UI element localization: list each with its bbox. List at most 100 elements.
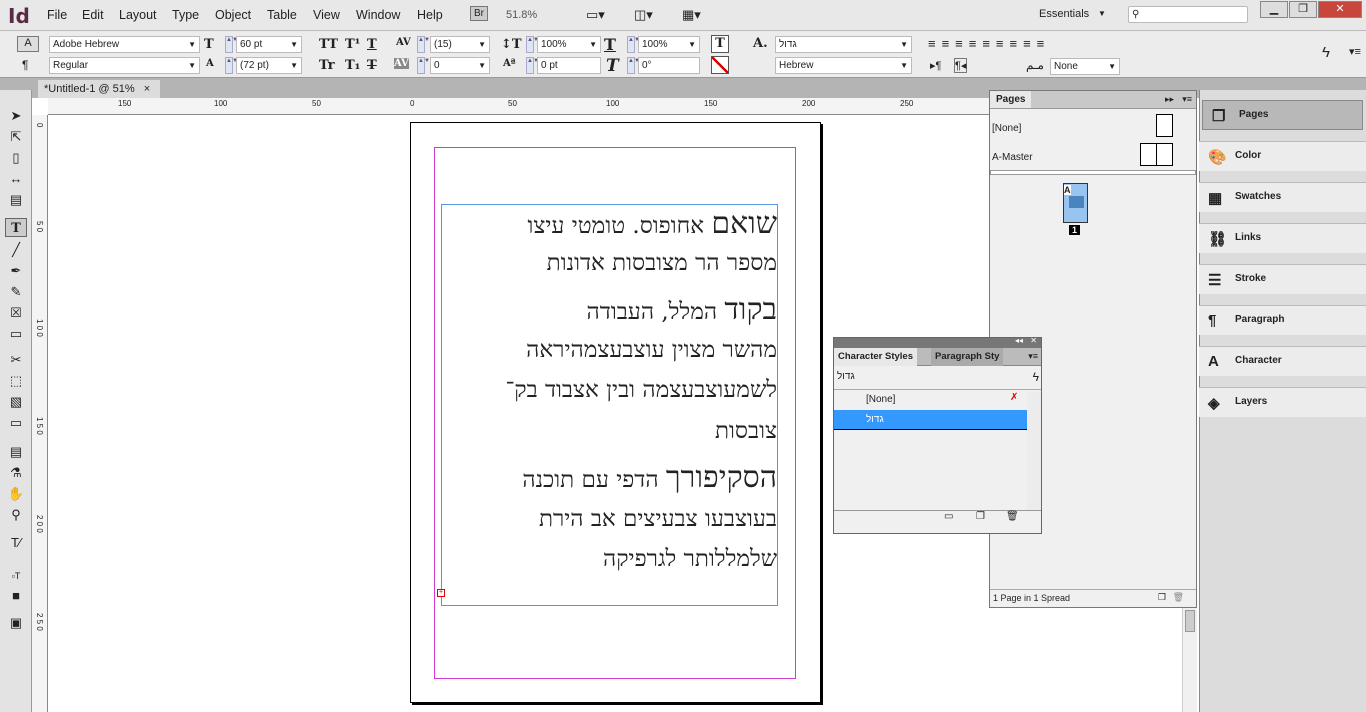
dock-item-pages[interactable]: ❐ Pages: [1202, 100, 1363, 130]
tracking-field[interactable]: 0: [430, 57, 490, 74]
horizontal-scale-spinner[interactable]: ▲▼: [627, 36, 640, 53]
dock-item-layers[interactable]: ◈ Layers: [1199, 387, 1366, 417]
view-options-icon[interactable]: ▭▾: [586, 7, 605, 23]
font-size-field[interactable]: 60 pt: [236, 36, 302, 53]
menu-type[interactable]: Type: [172, 8, 199, 22]
close-button[interactable]: ✕: [1318, 1, 1362, 18]
vertical-scale-field[interactable]: 100%: [537, 36, 601, 53]
free-transform-tool-icon[interactable]: ⬚: [5, 371, 27, 390]
close-icon[interactable]: ✕: [1030, 336, 1037, 345]
dock-item-character[interactable]: A Character: [1199, 346, 1366, 376]
menu-view[interactable]: View: [313, 8, 340, 22]
quick-apply-icon[interactable]: ϟ: [1322, 44, 1330, 61]
pages-tab[interactable]: Pages: [990, 91, 1032, 108]
scrollbar-thumb[interactable]: [1185, 610, 1195, 632]
delete-style-icon[interactable]: 🗑: [1006, 511, 1019, 522]
new-style-group-icon[interactable]: ▭: [944, 511, 953, 522]
zoom-tool-icon[interactable]: ⚲: [5, 505, 27, 524]
fill-stroke-icon[interactable]: T⁄: [5, 533, 27, 552]
menu-help[interactable]: Help: [417, 8, 443, 22]
delete-page-icon[interactable]: 🗑: [1173, 592, 1184, 603]
panel-menu-icon[interactable]: ▾≡: [1182, 94, 1192, 105]
chevron-down-icon[interactable]: ▼: [1098, 9, 1106, 18]
zoom-level[interactable]: 51.8%: [506, 9, 537, 21]
page-tool-icon[interactable]: ▯: [5, 148, 27, 167]
type-tool-icon[interactable]: T: [5, 218, 27, 237]
restore-button[interactable]: ❐: [1289, 1, 1317, 18]
skew-spinner[interactable]: ▲▼: [627, 57, 640, 74]
vertical-scale-spinner[interactable]: ▲▼: [526, 36, 539, 53]
underline-icon[interactable]: T: [367, 37, 377, 52]
pencil-tool-icon[interactable]: ✎: [5, 282, 27, 301]
gap-tool-icon[interactable]: ↔: [5, 169, 27, 188]
menu-edit[interactable]: Edit: [82, 8, 104, 22]
kerning-spinner[interactable]: ▲▼: [417, 36, 430, 53]
content-collector-icon[interactable]: ▤: [5, 190, 27, 209]
kerning-field[interactable]: (15): [430, 36, 490, 53]
menu-object[interactable]: Object: [215, 8, 251, 22]
dock-item-stroke[interactable]: ☰ Stroke: [1199, 264, 1366, 294]
dock-item-swatches[interactable]: ▦ Swatches: [1199, 182, 1366, 212]
gradient-swatch-tool-icon[interactable]: ▧: [5, 392, 27, 411]
dock-item-paragraph[interactable]: ¶ Paragraph: [1199, 305, 1366, 335]
menu-table[interactable]: Table: [267, 8, 297, 22]
close-tab-icon[interactable]: ×: [144, 83, 150, 95]
minimize-button[interactable]: ▁: [1260, 1, 1288, 18]
master-none-thumbnail[interactable]: [1156, 114, 1173, 137]
kashida-select[interactable]: None: [1050, 58, 1120, 75]
tracking-spinner[interactable]: ▲▼: [417, 57, 430, 74]
alignment-buttons[interactable]: ≡≡≡≡≡≡≡≡≡: [928, 36, 1050, 51]
menu-layout[interactable]: Layout: [119, 8, 157, 22]
subscript-icon[interactable]: T₁: [345, 58, 360, 73]
bridge-button[interactable]: Br: [470, 6, 488, 21]
line-tool-icon[interactable]: ╱: [5, 240, 27, 259]
hand-tool-icon[interactable]: ✋: [5, 484, 27, 503]
all-caps-icon[interactable]: TT: [319, 37, 338, 52]
strikethrough-icon[interactable]: T: [367, 58, 377, 73]
language-select[interactable]: Hebrew: [775, 57, 912, 74]
gradient-feather-tool-icon[interactable]: ▭: [5, 413, 27, 432]
superscript-icon[interactable]: T¹: [345, 37, 360, 52]
new-style-icon[interactable]: ❐: [976, 511, 985, 522]
formatting-affects-icon[interactable]: ▫T: [5, 567, 27, 586]
vertical-ruler[interactable]: 0 5 0 1 0 0 1 5 0 2 0 0 2 5 0: [32, 115, 48, 712]
screen-mode-tool-icon[interactable]: ▣: [5, 613, 27, 632]
panel-divider[interactable]: [990, 170, 1196, 175]
panel-menu-icon[interactable]: ▾≡: [1028, 351, 1038, 362]
rectangle-frame-tool-icon[interactable]: ☒: [5, 303, 27, 322]
character-style-select[interactable]: גדול: [775, 36, 912, 53]
font-size-spinner[interactable]: ▲▼: [225, 36, 238, 53]
page-1-thumbnail[interactable]: A: [1063, 183, 1088, 223]
apply-color-icon[interactable]: ■: [5, 586, 27, 605]
rectangle-tool-icon[interactable]: ▭: [5, 324, 27, 343]
pen-tool-icon[interactable]: ✒: [5, 261, 27, 280]
selection-tool-icon[interactable]: ➤: [5, 106, 27, 125]
leading-field[interactable]: (72 pt): [236, 57, 302, 74]
character-mode-button[interactable]: A: [17, 36, 39, 52]
dock-item-color[interactable]: 🎨 Color: [1199, 141, 1366, 171]
screen-mode-icon[interactable]: ◫▾: [634, 7, 653, 23]
search-input[interactable]: ⚲: [1128, 6, 1248, 23]
collapse-icon[interactable]: ▸▸: [1165, 94, 1174, 105]
direct-selection-tool-icon[interactable]: ⇱: [5, 127, 27, 146]
horizontal-scale-field[interactable]: 100%: [638, 36, 700, 53]
menu-window[interactable]: Window: [356, 8, 400, 22]
overset-text-icon[interactable]: +: [437, 589, 445, 597]
baseline-shift-field[interactable]: 0 pt: [537, 57, 601, 74]
dock-item-links[interactable]: ⛓ Links: [1199, 223, 1366, 253]
collapse-icon[interactable]: ◂◂: [1015, 336, 1023, 345]
list-scrollbar[interactable]: [1027, 392, 1041, 510]
master-a[interactable]: A-Master: [992, 152, 1033, 163]
scissors-tool-icon[interactable]: ✂: [5, 350, 27, 369]
stroke-none-icon[interactable]: [711, 56, 729, 74]
eyedropper-tool-icon[interactable]: ⚗: [5, 463, 27, 482]
font-style-select[interactable]: Regular: [49, 57, 200, 74]
tab-character-styles[interactable]: Character Styles: [834, 348, 917, 366]
quick-apply-icon[interactable]: ϟ: [1033, 370, 1039, 384]
fill-color-icon[interactable]: T: [711, 35, 729, 53]
style-item-none[interactable]: [None] ✗: [834, 390, 1041, 410]
paragraph-mode-button[interactable]: ¶: [22, 58, 28, 72]
paragraph-direction-ltr-icon[interactable]: ▸¶: [930, 59, 941, 72]
leading-spinner[interactable]: ▲▼: [225, 57, 238, 74]
font-family-select[interactable]: Adobe Hebrew: [49, 36, 200, 53]
